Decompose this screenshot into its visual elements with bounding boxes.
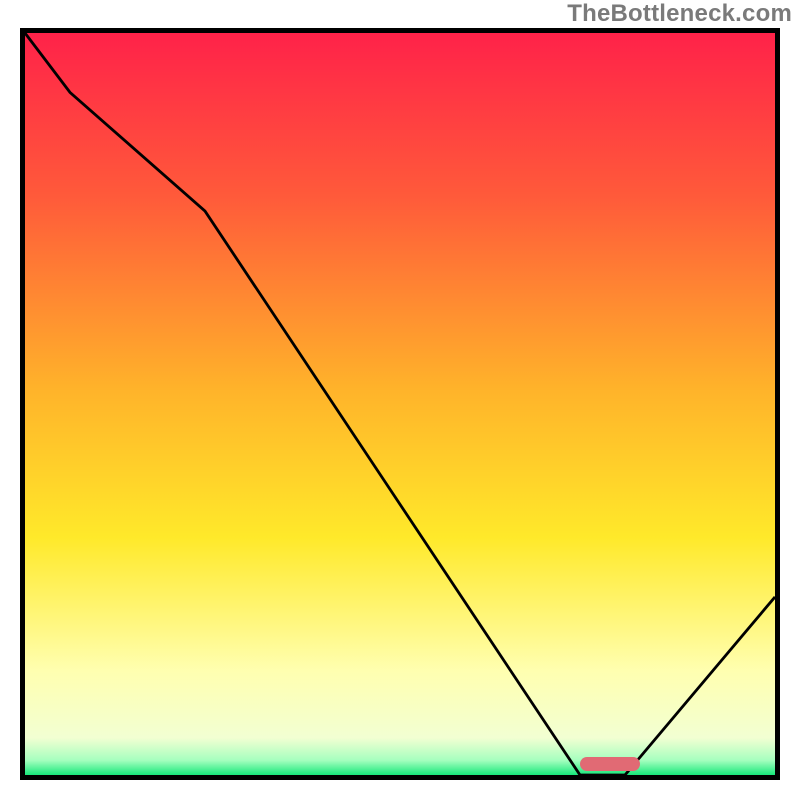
optimum-marker (580, 757, 640, 771)
bottleneck-curve (25, 33, 775, 775)
bottleneck-chart: TheBottleneck.com (0, 0, 800, 800)
plot-area (20, 28, 780, 780)
watermark-text: TheBottleneck.com (567, 0, 792, 28)
